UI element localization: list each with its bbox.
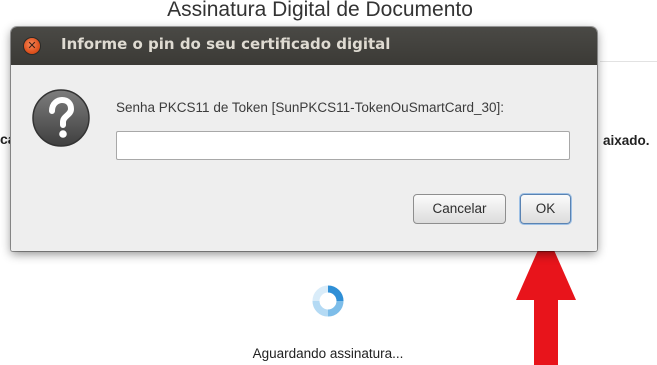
pin-input[interactable]	[116, 131, 570, 160]
dialog-titlebar[interactable]: ✕ Informe o pin do seu certificado digit…	[11, 27, 597, 65]
red-arrow-annotation	[516, 232, 576, 365]
cancel-button[interactable]: Cancelar	[413, 194, 506, 224]
page-text-left-fragment: ca	[0, 131, 10, 147]
loading-spinner-icon	[312, 285, 344, 317]
question-icon	[32, 89, 90, 147]
ok-button[interactable]: OK	[520, 194, 571, 224]
page-title: Assinatura Digital de Documento	[167, 0, 473, 21]
page-text-right-fragment: aixado.	[603, 133, 650, 148]
close-icon[interactable]: ✕	[24, 38, 40, 54]
pin-dialog: ✕ Informe o pin do seu certificado digit…	[11, 27, 597, 251]
dialog-body: Senha PKCS11 de Token [SunPKCS11-TokenOu…	[11, 65, 597, 251]
status-text: Aguardando assinatura...	[252, 346, 404, 361]
dialog-title: Informe o pin do seu certificado digital	[61, 35, 391, 53]
pin-prompt-label: Senha PKCS11 de Token [SunPKCS11-TokenOu…	[116, 100, 504, 115]
page-divider	[600, 61, 657, 62]
